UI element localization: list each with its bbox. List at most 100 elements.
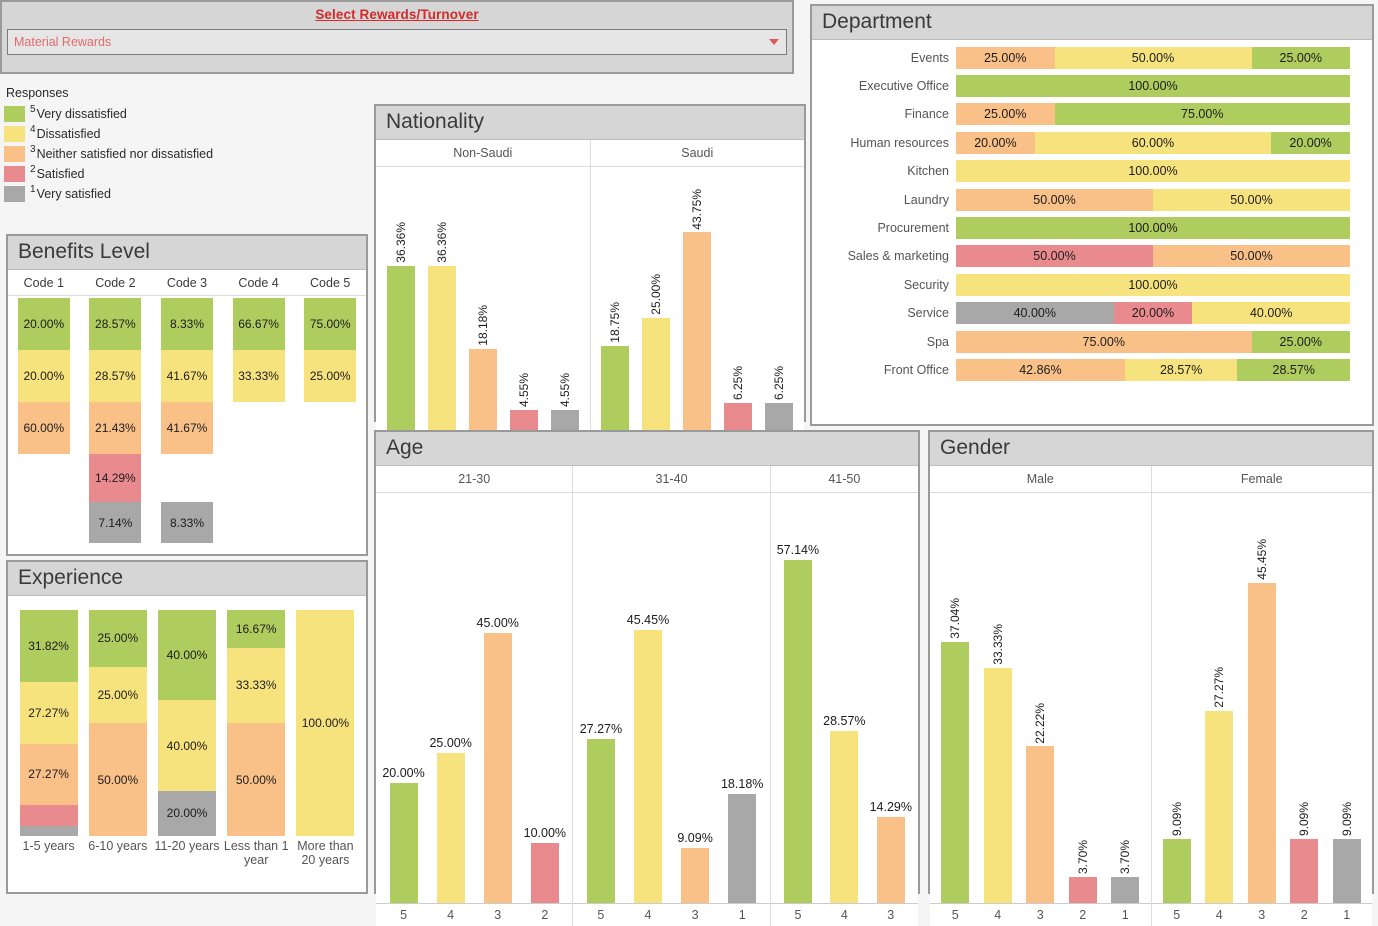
benefits-segment[interactable]: 60.00%	[17, 402, 70, 455]
department-segment[interactable]: 25.00%	[1251, 330, 1350, 353]
bar[interactable]	[1026, 746, 1055, 904]
bar[interactable]	[427, 266, 456, 432]
legend-swatch[interactable]	[4, 186, 25, 202]
bar[interactable]	[1290, 839, 1319, 904]
chevron-down-icon[interactable]	[769, 39, 779, 45]
bar[interactable]	[941, 641, 970, 904]
benefits-segment[interactable]: 33.33%	[232, 350, 285, 403]
bar[interactable]	[530, 842, 559, 904]
benefits-segment[interactable]: 20.00%	[17, 350, 70, 403]
department-segment[interactable]: 100.00%	[956, 74, 1350, 97]
bar[interactable]	[550, 410, 579, 432]
department-segment[interactable]: 100.00%	[956, 273, 1350, 296]
benefits-segment[interactable]: 75.00%	[304, 298, 357, 351]
department-segment[interactable]: 28.57%	[1237, 358, 1350, 381]
department-segment[interactable]: 50.00%	[956, 188, 1153, 211]
experience-segment[interactable]: 16.67%	[227, 610, 286, 648]
department-segment[interactable]: 20.00%	[1113, 302, 1193, 325]
bar-column: 14.29%	[868, 493, 914, 904]
bar[interactable]	[586, 739, 615, 904]
department-segment[interactable]: 20.00%	[956, 131, 1035, 154]
legend-swatch[interactable]	[4, 126, 25, 142]
experience-segment[interactable]: 20.00%	[158, 790, 216, 837]
experience-segment[interactable]: 50.00%	[227, 723, 286, 837]
experience-segment[interactable]	[19, 805, 78, 826]
experience-bar: 31.82% 27.27% 27.27%	[19, 610, 78, 837]
benefits-segment[interactable]: 41.67%	[160, 350, 213, 403]
bar[interactable]	[509, 410, 538, 432]
bar[interactable]	[1205, 710, 1234, 904]
legend-swatch[interactable]	[4, 106, 25, 122]
bar[interactable]	[601, 345, 630, 432]
experience-segment[interactable]: 40.00%	[158, 700, 216, 791]
rewards-turnover-dropdown[interactable]: Material Rewards	[7, 29, 787, 55]
bar[interactable]	[1332, 839, 1361, 904]
bar[interactable]	[1111, 877, 1140, 904]
benefits-segment[interactable]: 7.14%	[89, 502, 142, 544]
department-segment[interactable]: 50.00%	[1054, 46, 1252, 69]
department-segment[interactable]: 42.86%	[956, 358, 1125, 381]
experience-segment[interactable]: 25.00%	[88, 666, 147, 724]
experience-segment[interactable]: 40.00%	[158, 610, 216, 701]
department-segment[interactable]: 28.57%	[1124, 358, 1238, 381]
benefits-segment[interactable]: 14.29%	[89, 454, 142, 503]
experience-segment[interactable]: 50.00%	[88, 723, 147, 837]
bar[interactable]	[681, 848, 710, 904]
bar[interactable]	[783, 559, 812, 904]
experience-segment[interactable]: 33.33%	[227, 647, 286, 724]
department-segment[interactable]: 100.00%	[956, 216, 1350, 239]
bar[interactable]	[389, 782, 418, 904]
department-segment[interactable]: 100.00%	[956, 160, 1350, 183]
experience-segment[interactable]: 27.27%	[19, 682, 78, 744]
bar[interactable]	[876, 817, 905, 904]
benefits-segment[interactable]: 41.67%	[160, 402, 213, 455]
bar-group: 31-40 27.27% 45.45% 9.09% 18.18% 5 4 3 1	[572, 466, 770, 926]
experience-segment[interactable]: 25.00%	[88, 610, 147, 667]
bar[interactable]	[483, 632, 512, 904]
benefits-segment[interactable]: 28.57%	[89, 350, 142, 403]
benefits-segment[interactable]: 20.00%	[17, 298, 70, 351]
benefits-segment[interactable]	[161, 454, 213, 502]
department-segment[interactable]: 25.00%	[1251, 46, 1350, 69]
department-segment[interactable]: 20.00%	[1271, 131, 1350, 154]
bar[interactable]	[634, 629, 662, 904]
department-segment[interactable]: 25.00%	[956, 103, 1055, 126]
department-segment[interactable]: 60.00%	[1034, 131, 1272, 154]
bar[interactable]	[642, 317, 671, 432]
experience-segment[interactable]	[19, 825, 78, 837]
department-segment[interactable]: 50.00%	[1153, 188, 1350, 211]
bar[interactable]	[1068, 877, 1097, 904]
bar[interactable]	[983, 668, 1012, 904]
benefits-segment[interactable]: 66.67%	[232, 298, 285, 351]
legend-swatch[interactable]	[4, 146, 25, 162]
benefits-segment[interactable]: 21.43%	[89, 402, 142, 455]
department-segment[interactable]: 50.00%	[1153, 245, 1350, 268]
bar[interactable]	[728, 793, 757, 904]
department-segment[interactable]: 40.00%	[956, 302, 1114, 325]
experience-segment[interactable]: 31.82%	[19, 610, 78, 682]
legend-swatch[interactable]	[4, 166, 25, 182]
bar[interactable]	[1162, 839, 1191, 904]
department-segment[interactable]: 50.00%	[956, 245, 1153, 268]
bar[interactable]	[436, 752, 465, 904]
benefits-segment[interactable]: 8.33%	[160, 502, 213, 544]
department-segment[interactable]: 25.00%	[956, 46, 1055, 69]
bar[interactable]	[386, 266, 415, 432]
bar[interactable]	[468, 348, 497, 432]
experience-segment[interactable]: 27.27%	[19, 743, 78, 806]
benefits-column-header: Code 3	[166, 276, 208, 291]
department-row: Sales & marketing 50.00% 50.00%	[816, 244, 1350, 269]
bar[interactable]	[724, 402, 753, 432]
bar[interactable]	[830, 731, 859, 904]
bar[interactable]	[1247, 582, 1276, 904]
bar[interactable]	[683, 232, 712, 432]
department-segment[interactable]: 75.00%	[1054, 103, 1350, 126]
benefits-segment[interactable]: 28.57%	[89, 298, 142, 351]
benefits-segment[interactable]: 8.33%	[160, 298, 213, 351]
benefits-segment[interactable]: 25.00%	[304, 350, 357, 403]
department-segment[interactable]: 40.00%	[1192, 302, 1350, 325]
experience-segment[interactable]: 100.00%	[296, 610, 355, 837]
bar[interactable]	[765, 402, 794, 432]
bar-column: 57.14%	[775, 493, 821, 904]
department-segment[interactable]: 75.00%	[956, 330, 1252, 353]
